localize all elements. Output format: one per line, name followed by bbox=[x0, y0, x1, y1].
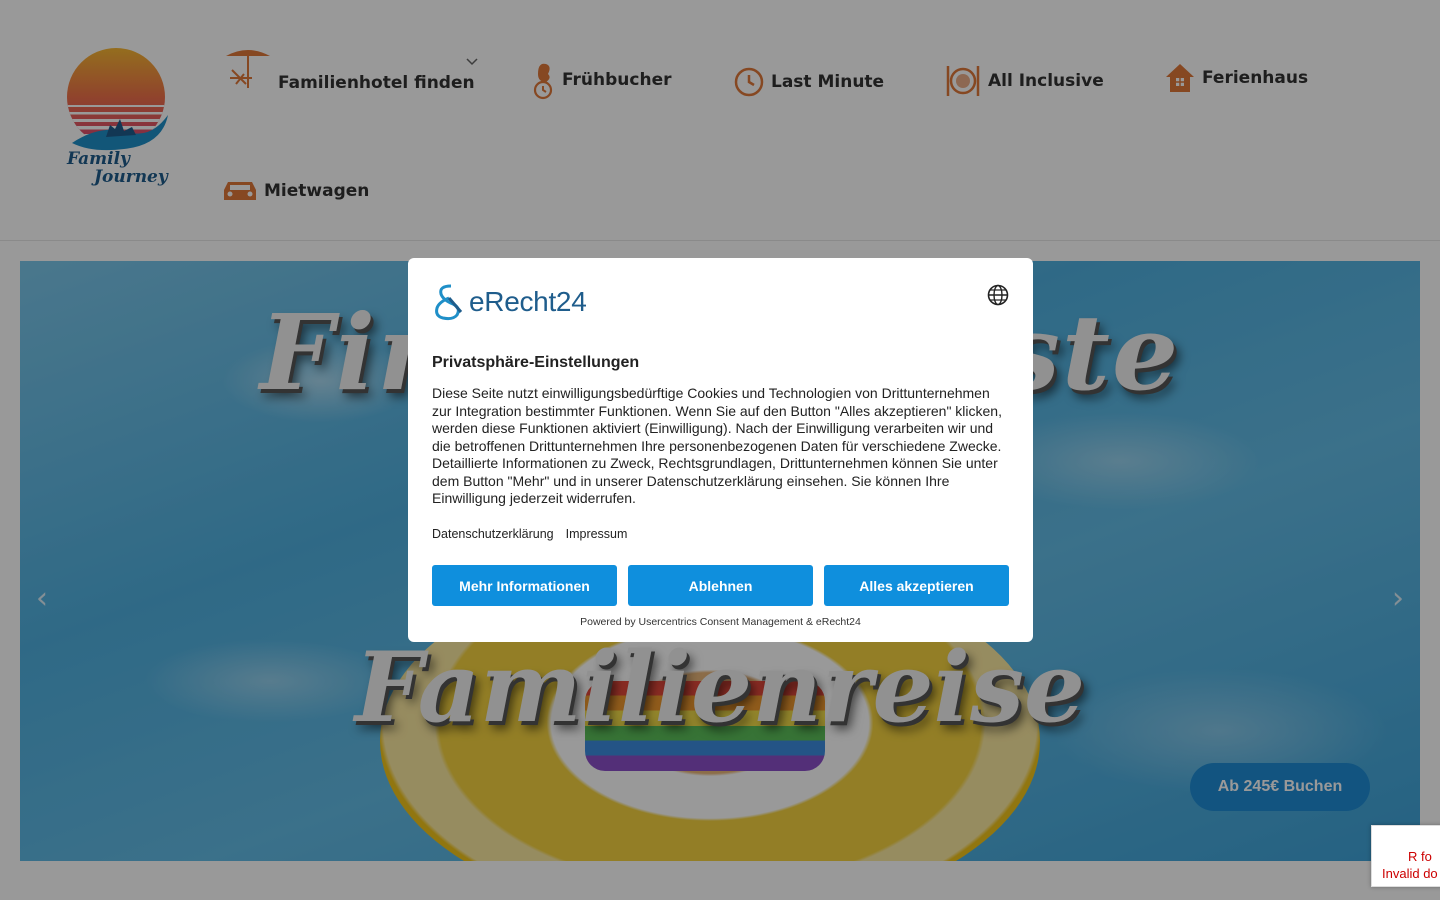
recaptcha-text-2: Invalid do bbox=[1382, 866, 1438, 881]
recaptcha-text-1: R fo bbox=[1408, 849, 1432, 864]
privacy-policy-link[interactable]: Datenschutzerklärung bbox=[432, 527, 554, 541]
consent-dialog: eRecht24 Privatsphäre-Einstellungen Dies… bbox=[408, 258, 1033, 642]
language-globe-icon[interactable] bbox=[987, 284, 1009, 306]
erecht24-mark-icon bbox=[435, 284, 463, 321]
consent-links: Datenschutzerklärung Impressum bbox=[432, 527, 627, 541]
consent-title: Privatsphäre-Einstellungen bbox=[432, 354, 640, 371]
brand-name: eRecht24 bbox=[469, 286, 587, 317]
decline-button[interactable]: Ablehnen bbox=[628, 565, 813, 606]
accept-all-button[interactable]: Alles akzeptieren bbox=[824, 565, 1009, 606]
powered-by-text: Powered by Usercentrics Consent Manageme… bbox=[580, 616, 861, 628]
imprint-link[interactable]: Impressum bbox=[566, 527, 628, 541]
consent-body-text: Diese Seite nutzt einwilligungsbedürftig… bbox=[432, 385, 1002, 506]
erecht24-logo: eRecht24 bbox=[431, 282, 587, 322]
more-info-button[interactable]: Mehr Informationen bbox=[432, 565, 617, 606]
recaptcha-badge[interactable]: R fo Invalid do bbox=[1371, 825, 1440, 887]
